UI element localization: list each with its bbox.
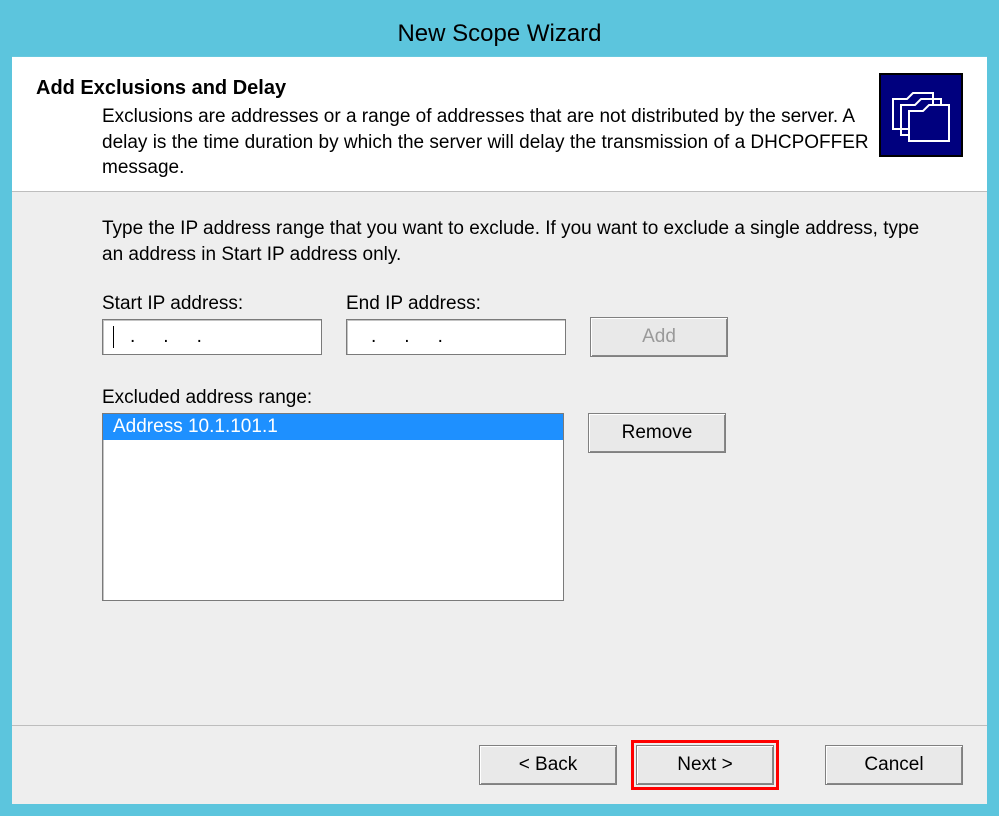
wizard-footer: < Back Next > Cancel [12,725,987,804]
instructions-text: Type the IP address range that you want … [102,216,922,267]
start-ip-label: Start IP address: [102,293,346,315]
next-button[interactable]: Next > [636,745,774,785]
next-button-highlight: Next > [631,740,779,790]
end-ip-label: End IP address: [346,293,590,315]
wizard-window: New Scope Wizard Add Exclusions and Dela… [12,12,987,804]
wizard-header: Add Exclusions and Delay Exclusions are … [12,57,987,192]
excluded-range-label: Excluded address range: [102,387,963,409]
wizard-body: Add Exclusions and Delay Exclusions are … [12,57,987,804]
back-button[interactable]: < Back [479,745,617,785]
cancel-button[interactable]: Cancel [825,745,963,785]
page-subtitle: Exclusions are addresses or a range of a… [102,104,872,181]
remove-button[interactable]: Remove [588,413,726,453]
window-title: New Scope Wizard [397,20,601,48]
content-area: Type the IP address range that you want … [12,192,987,725]
page-title: Add Exclusions and Delay [36,77,963,100]
add-button[interactable]: Add [590,317,728,357]
list-item[interactable]: Address 10.1.101.1 [103,414,563,440]
excluded-range-listbox[interactable]: Address 10.1.101.1 [102,413,564,601]
folder-stack-icon [879,73,963,157]
end-ip-input[interactable]: ... [346,319,566,355]
start-ip-input[interactable]: ... [102,319,322,355]
title-bar: New Scope Wizard [12,12,987,57]
